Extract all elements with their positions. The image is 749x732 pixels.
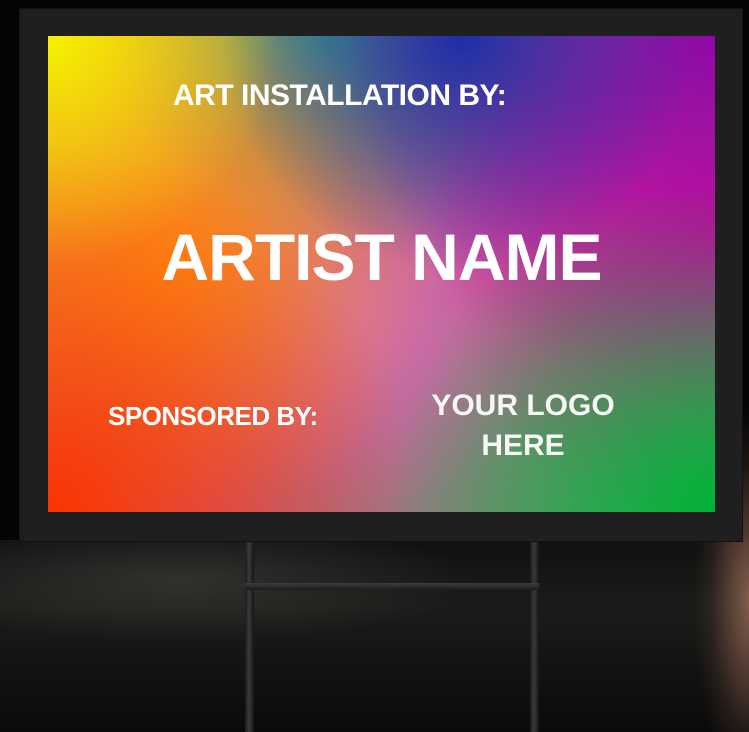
sign-stake-right [530, 540, 539, 732]
sign-heading: ART INSTALLATION BY: [173, 79, 507, 112]
artist-name: ARTIST NAME [161, 220, 603, 294]
sign-stake-left [245, 540, 254, 732]
sign-stake-crossbar [245, 583, 539, 590]
logo-placeholder-line-2: HERE [481, 429, 565, 462]
sign-panel: ART INSTALLATION BY: ARTIST NAME SPONSOR… [48, 36, 715, 512]
sponsored-label: SPONSORED BY: [108, 401, 318, 431]
logo-placeholder: YOUR LOGO HERE [408, 386, 638, 466]
logo-placeholder-line-1: YOUR LOGO [431, 389, 615, 422]
floor-background [0, 540, 749, 732]
